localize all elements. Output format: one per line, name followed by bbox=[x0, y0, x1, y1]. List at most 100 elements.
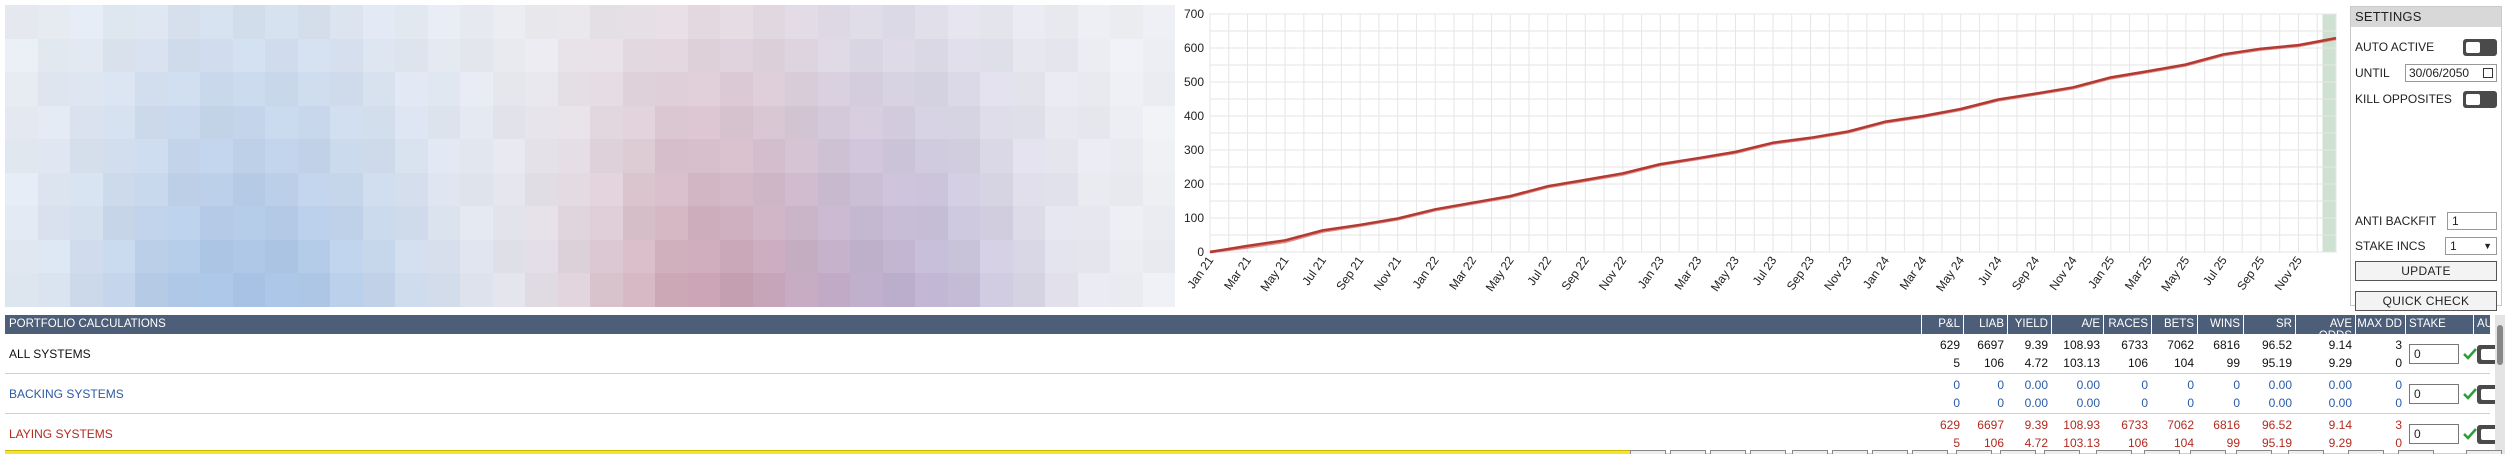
heatmap-cell bbox=[720, 105, 753, 140]
row-control-stub[interactable] bbox=[2466, 450, 2502, 454]
row-control-stub[interactable] bbox=[1710, 450, 1746, 454]
heatmap-cell bbox=[947, 239, 980, 274]
checkmark-icon[interactable] bbox=[2463, 387, 2477, 401]
scrollbar-thumb[interactable] bbox=[2497, 325, 2503, 365]
heatmap-cell bbox=[1142, 5, 1175, 39]
heatmap-cell bbox=[720, 206, 753, 240]
row-control-stub[interactable] bbox=[1670, 450, 1706, 454]
heatmap-cell bbox=[232, 239, 265, 274]
until-date-input[interactable]: 30/06/2050 bbox=[2405, 64, 2497, 82]
portfolio-row[interactable]: BACKING SYSTEMS 0 0 0 0 0.00 0.00 0.00 0.00 0 0 0 0 0… bbox=[5, 374, 2505, 414]
heatmap-cell bbox=[330, 206, 363, 240]
row-control-stub[interactable] bbox=[2398, 450, 2434, 454]
quick-check-button[interactable]: QUICK CHECK bbox=[2355, 291, 2497, 311]
heatmap-cell bbox=[590, 239, 623, 274]
vertical-scrollbar[interactable] bbox=[2495, 315, 2505, 454]
x-tick-label: Nov 23 bbox=[1821, 253, 1854, 292]
kill-opposites-toggle[interactable] bbox=[2463, 90, 2497, 108]
portfolio-row[interactable]: LAYING SYSTEMS 629 5 6697 106 9.39 4.72 108.93 1… bbox=[5, 414, 2505, 454]
heatmap-cell bbox=[492, 72, 525, 106]
checkmark-icon[interactable] bbox=[2463, 427, 2477, 441]
update-button[interactable]: UPDATE bbox=[2355, 261, 2497, 281]
stake-input[interactable]: 0 bbox=[2409, 344, 2459, 364]
heatmap-cell bbox=[460, 273, 493, 307]
heatmap-cell bbox=[492, 172, 525, 207]
row-control-stub[interactable] bbox=[1956, 450, 1992, 454]
heatmap-cell bbox=[980, 38, 1013, 73]
value-line-1: 0.00 bbox=[2024, 378, 2048, 392]
anti-backfit-input[interactable]: 1 bbox=[2447, 212, 2497, 230]
heatmap-cell bbox=[980, 139, 1013, 173]
x-tick-label: Jan 24 bbox=[1860, 253, 1892, 291]
x-tick-label: Mar 21 bbox=[1221, 253, 1254, 292]
heatmap-cell bbox=[1110, 139, 1143, 173]
value-line-1: 0 bbox=[2141, 378, 2148, 392]
row-control-stub[interactable] bbox=[2044, 450, 2080, 454]
heatmap-cell bbox=[720, 273, 753, 307]
row-control-stub[interactable] bbox=[2348, 450, 2384, 454]
system-row-highlighted[interactable] bbox=[5, 450, 1630, 454]
heatmap-cell bbox=[200, 38, 233, 73]
heatmap-cell bbox=[850, 273, 883, 307]
row-control-stub[interactable] bbox=[1630, 450, 1666, 454]
portfolio-row[interactable]: ALL SYSTEMS 629 5 6697 106 9.39 4.72 108.93 103.… bbox=[5, 334, 2505, 374]
row-control-stub[interactable] bbox=[1912, 450, 1948, 454]
heatmap-cell bbox=[395, 139, 428, 173]
heatmap-cell bbox=[882, 239, 915, 274]
value-line-1: 9.39 bbox=[2024, 338, 2048, 352]
row-control-stub[interactable] bbox=[2288, 450, 2324, 454]
row-control-stub[interactable] bbox=[2236, 450, 2272, 454]
heatmap-cell bbox=[850, 206, 883, 240]
heatmap-cell bbox=[362, 239, 395, 274]
auto-active-label: AUTO ACTIVE bbox=[2355, 40, 2435, 54]
heatmap-cell bbox=[1142, 139, 1175, 173]
heatmap-cell bbox=[1142, 38, 1175, 73]
heatmap-cell bbox=[70, 172, 103, 207]
heatmap-cell bbox=[362, 38, 395, 73]
stake-incs-select[interactable]: 1 ▼ bbox=[2445, 237, 2497, 255]
x-tick-label: Jul 24 bbox=[1975, 253, 2005, 288]
row-name: ALL SYSTEMS bbox=[9, 347, 91, 361]
row-control-stub[interactable] bbox=[2144, 450, 2180, 454]
heatmap-cell bbox=[70, 38, 103, 73]
row-control-stub[interactable] bbox=[1872, 450, 1908, 454]
heatmap-cell bbox=[947, 139, 980, 173]
row-value-cell: 00 bbox=[1963, 376, 2007, 412]
heatmap-cell bbox=[655, 38, 688, 73]
heatmap-cell bbox=[915, 172, 948, 207]
row-control-stub[interactable] bbox=[1750, 450, 1786, 454]
stake-input[interactable]: 0 bbox=[2409, 424, 2459, 444]
row-control-stub[interactable] bbox=[2190, 450, 2226, 454]
heatmap-cell bbox=[492, 38, 525, 73]
row-value-cell: 30 bbox=[2355, 416, 2405, 452]
row-value-cell: 00 bbox=[2197, 376, 2243, 412]
row-control-stub[interactable] bbox=[1792, 450, 1828, 454]
auto-active-toggle[interactable] bbox=[2463, 38, 2497, 56]
heatmap-cell bbox=[297, 273, 330, 307]
col-wins: WINS bbox=[2197, 315, 2243, 334]
heatmap-cell bbox=[167, 273, 200, 307]
x-tick-label: Nov 22 bbox=[1596, 253, 1629, 292]
row-control-stub[interactable] bbox=[1832, 450, 1868, 454]
heatmap-cell bbox=[525, 206, 558, 240]
stake-input[interactable]: 0 bbox=[2409, 384, 2459, 404]
heatmap-cell bbox=[200, 239, 233, 274]
heatmap-cell bbox=[1012, 139, 1045, 173]
calendar-icon[interactable] bbox=[2483, 68, 2493, 78]
value-line-1: 0 bbox=[2187, 378, 2194, 392]
heatmap-cell bbox=[200, 273, 233, 307]
heatmap-cell bbox=[655, 5, 688, 39]
heatmap-cell bbox=[5, 38, 38, 73]
row-control-stub[interactable] bbox=[2096, 450, 2132, 454]
heatmap-cell bbox=[947, 105, 980, 140]
checkmark-icon[interactable] bbox=[2463, 347, 2477, 361]
x-tick-label: May 23 bbox=[1708, 253, 1742, 294]
heatmap-cell bbox=[330, 72, 363, 106]
heatmap-cell bbox=[167, 5, 200, 39]
heatmap-cell bbox=[947, 206, 980, 240]
stake-incs-row: STAKE INCS 1 ▼ bbox=[2355, 236, 2497, 256]
heatmap-cell bbox=[492, 5, 525, 39]
row-control-stub[interactable] bbox=[2000, 450, 2036, 454]
heatmap-cell bbox=[817, 239, 850, 274]
x-tick-label: Jul 22 bbox=[1524, 253, 1554, 288]
